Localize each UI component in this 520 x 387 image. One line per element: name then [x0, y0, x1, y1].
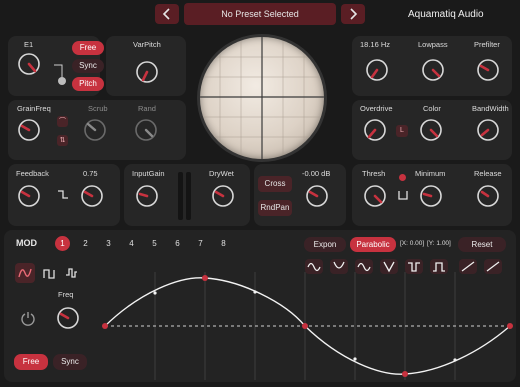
sync-button[interactable]: Sync: [72, 59, 104, 73]
rand-knob[interactable]: [133, 117, 159, 143]
filter-freq-knob[interactable]: [364, 57, 390, 83]
level-meter-right: [186, 172, 191, 220]
mod-slot-7[interactable]: 7: [193, 236, 208, 251]
brand-logo: Aquamatiq Audio: [408, 9, 484, 20]
thresh-label: Thresh: [362, 169, 386, 178]
lfo-wave-icon: [18, 268, 32, 278]
overdrive-knob[interactable]: [362, 117, 388, 143]
cross-panel: [254, 164, 346, 226]
chevron-right-icon: [350, 8, 358, 20]
prefilter-knob[interactable]: [475, 57, 501, 83]
scrub-label: Scrub: [88, 104, 108, 113]
lowpass-label: Lowpass: [418, 40, 448, 49]
mod-freq-label: Freq: [58, 290, 74, 299]
dyn-indicator-led: [399, 174, 406, 181]
bandwidth-knob[interactable]: [475, 117, 501, 143]
chevron-left-icon: [162, 8, 170, 20]
release-label: Release: [474, 169, 502, 178]
lowpass-knob[interactable]: [420, 57, 446, 83]
feedback-mode-icon[interactable]: [57, 188, 69, 200]
varpitch-label: VarPitch: [133, 40, 161, 49]
color-label: Color: [423, 104, 441, 113]
drywet-knob[interactable]: [210, 183, 236, 209]
scrub-knob[interactable]: [82, 117, 108, 143]
mod-slot-4[interactable]: 4: [124, 236, 139, 251]
free-button[interactable]: Free: [72, 41, 104, 55]
rand-label: Rand: [138, 104, 156, 113]
mod-slot-3[interactable]: 3: [101, 236, 116, 251]
mod-title: MOD: [16, 238, 37, 248]
filter-freq-label: 18.16 Hz: [360, 40, 391, 49]
drywet-label: DryWet: [209, 169, 234, 178]
feedback-label: Feedback: [16, 169, 49, 178]
preset-selector[interactable]: No Preset Selected: [184, 3, 336, 25]
e1-label: E1: [24, 40, 34, 49]
direction-toggle[interactable]: ⇅: [57, 135, 68, 146]
y-readout: [Y: 1.00]: [427, 240, 451, 247]
inputgain-knob[interactable]: [134, 183, 160, 209]
parabolic-button[interactable]: Parabolic: [350, 237, 396, 252]
thresh-knob[interactable]: [362, 183, 388, 209]
grainfreq-label: GrainFreq: [17, 104, 51, 113]
feedback-value: 0.75: [83, 169, 98, 178]
mode-link-icon: [54, 64, 66, 85]
mod-slot-1[interactable]: 1: [55, 236, 70, 251]
mod-free-button[interactable]: Free: [14, 354, 48, 370]
mod-slot-8[interactable]: 8: [216, 236, 231, 251]
mod-slot-5[interactable]: 5: [147, 236, 162, 251]
release-knob[interactable]: [475, 183, 501, 209]
level-meter-left: [178, 172, 183, 220]
mod-slot-6[interactable]: 6: [170, 236, 185, 251]
scope-display: [200, 37, 324, 159]
x-readout: [X: 0.00]: [400, 240, 425, 247]
e1-knob[interactable]: [16, 51, 42, 77]
feedback-amount-knob[interactable]: [79, 183, 105, 209]
minimum-knob[interactable]: [418, 183, 444, 209]
cross-knob[interactable]: [304, 183, 330, 209]
prefilter-label: Prefilter: [474, 40, 500, 49]
next-preset-button[interactable]: [341, 4, 365, 24]
curve-toggle[interactable]: ⌒: [57, 116, 68, 127]
overdrive-label: Overdrive: [360, 104, 393, 113]
reset-button[interactable]: Reset: [458, 237, 506, 252]
power-icon[interactable]: [20, 310, 36, 326]
mod-sync-button[interactable]: Sync: [53, 354, 87, 370]
prev-preset-button[interactable]: [155, 4, 179, 24]
minimum-label: Minimum: [415, 169, 446, 178]
mod-freq-knob[interactable]: [55, 305, 81, 331]
lfo-curve-editor[interactable]: [100, 272, 514, 380]
varpitch-knob[interactable]: [134, 59, 160, 85]
expon-button[interactable]: Expon: [304, 237, 346, 252]
lfo-mode-button[interactable]: [15, 263, 35, 283]
inputgain-label: InputGain: [132, 169, 165, 178]
color-knob[interactable]: [418, 117, 444, 143]
rndpan-button[interactable]: RndPan: [258, 200, 292, 216]
step-mode-icon[interactable]: [42, 266, 56, 280]
random-mode-icon[interactable]: [64, 266, 78, 280]
grainfreq-knob[interactable]: [16, 117, 42, 143]
bandwidth-label: BandWidth: [472, 104, 509, 113]
pitch-button[interactable]: Pitch: [72, 77, 104, 91]
cross-button[interactable]: Cross: [258, 176, 292, 192]
drive-l-toggle[interactable]: L: [396, 125, 408, 137]
feedback-knob[interactable]: [16, 183, 42, 209]
cross-db-label: -0.00 dB: [302, 169, 331, 178]
mod-slot-2[interactable]: 2: [78, 236, 93, 251]
dyn-gate-icon[interactable]: [397, 189, 409, 201]
scope-grid: [200, 37, 324, 159]
